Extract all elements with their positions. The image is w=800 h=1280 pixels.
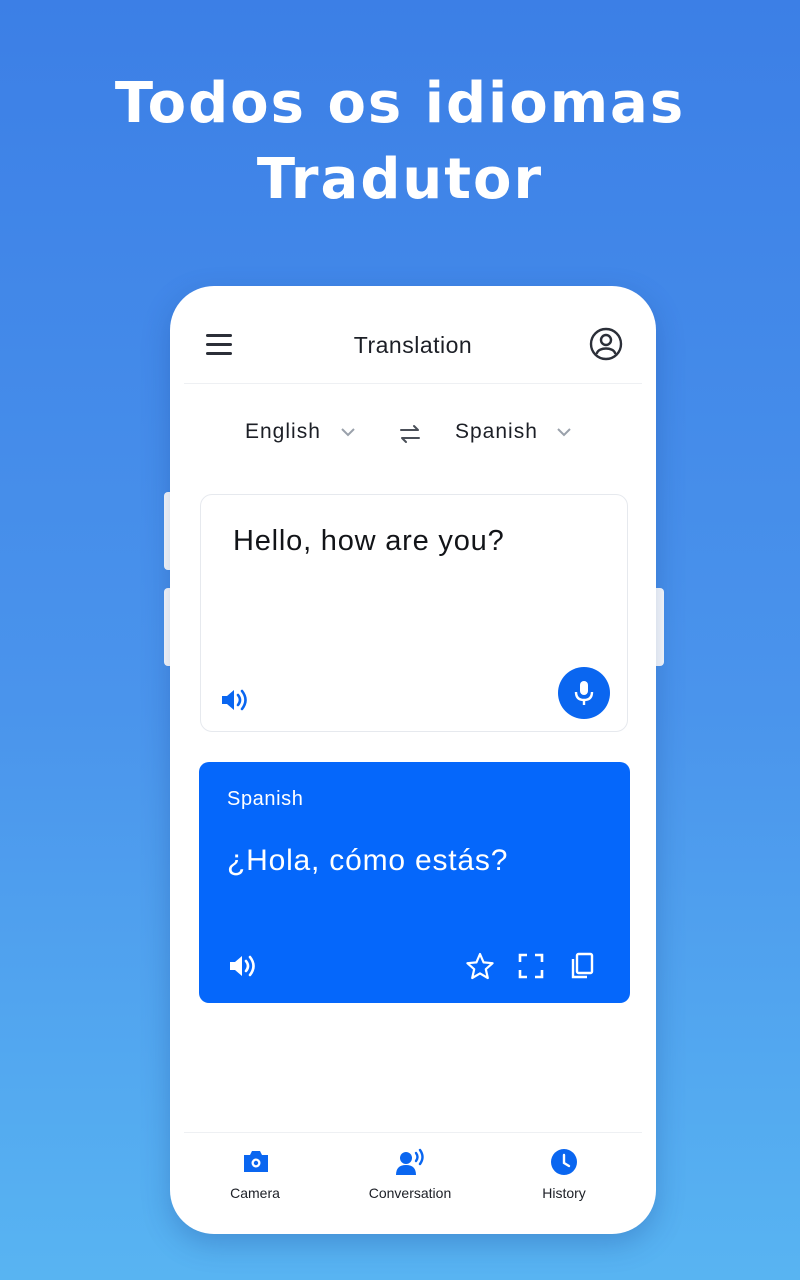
translated-text: ¿Hola, cómo estás? bbox=[227, 844, 509, 877]
copy-icon[interactable] bbox=[569, 952, 595, 980]
microphone-icon bbox=[574, 681, 594, 705]
result-language-label: Spanish bbox=[227, 788, 304, 810]
fullscreen-icon[interactable] bbox=[517, 952, 545, 980]
nav-item-history[interactable]: History bbox=[494, 1133, 634, 1222]
microphone-button[interactable] bbox=[558, 667, 610, 719]
language-selector-row: English Spanish bbox=[184, 408, 642, 458]
profile-icon[interactable] bbox=[588, 326, 624, 362]
speaker-icon[interactable] bbox=[227, 952, 257, 980]
app-bar: Translation bbox=[184, 298, 642, 384]
app-screen: Translation English Spanish Hello, how a… bbox=[184, 298, 642, 1222]
promo-headline: Todos os idiomas Tradutor bbox=[0, 66, 800, 218]
translation-result-card: Spanish ¿Hola, cómo estás? bbox=[199, 762, 630, 1003]
chevron-down-icon[interactable] bbox=[556, 426, 572, 438]
nav-label-history: History bbox=[542, 1185, 586, 1201]
headline-line-1: Todos os idiomas bbox=[114, 71, 686, 136]
page-title: Translation bbox=[353, 332, 473, 358]
history-icon bbox=[551, 1149, 577, 1175]
speaker-icon[interactable] bbox=[219, 686, 249, 714]
conversation-icon bbox=[396, 1148, 424, 1175]
chevron-down-icon[interactable] bbox=[340, 426, 356, 438]
source-text-input[interactable]: Hello, how are you? bbox=[233, 525, 505, 558]
camera-icon bbox=[244, 1151, 268, 1172]
star-icon[interactable] bbox=[465, 952, 495, 980]
phone-frame: Translation English Spanish Hello, how a… bbox=[170, 286, 656, 1234]
target-language-selector[interactable]: Spanish bbox=[455, 420, 538, 444]
nav-label-camera: Camera bbox=[230, 1185, 280, 1201]
swap-languages-icon[interactable] bbox=[398, 422, 422, 446]
bottom-navigation: Camera Conversation History bbox=[184, 1132, 642, 1222]
nav-label-conversation: Conversation bbox=[368, 1185, 452, 1201]
source-text-card[interactable]: Hello, how are you? bbox=[200, 494, 628, 732]
nav-item-camera[interactable]: Camera bbox=[185, 1133, 325, 1222]
headline-line-2: Tradutor bbox=[256, 147, 544, 212]
source-language-selector[interactable]: English bbox=[245, 420, 321, 444]
nav-item-conversation[interactable]: Conversation bbox=[340, 1133, 480, 1222]
